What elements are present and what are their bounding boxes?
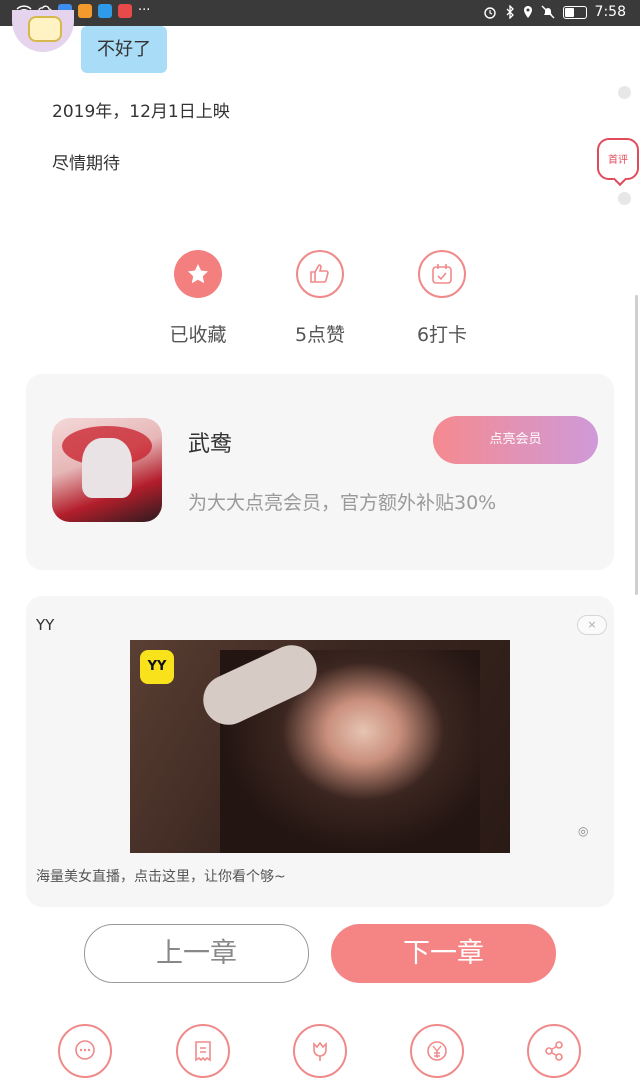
vip-button[interactable]: 点亮会员 xyxy=(433,416,598,464)
ad-close-button[interactable]: × xyxy=(577,615,607,635)
status-time: 7:58 xyxy=(594,4,626,20)
mute-icon xyxy=(541,5,555,19)
avatar[interactable] xyxy=(12,10,74,52)
app-icon xyxy=(78,4,92,18)
chat-bubble: 不好了 xyxy=(81,26,167,73)
ad-description: 海量美女直播，点击这里，让你看个够~ xyxy=(36,869,286,885)
like-label: 5点赞 xyxy=(294,324,346,346)
flower-icon[interactable] xyxy=(293,1024,347,1078)
collect-action[interactable]: 已收藏 xyxy=(148,250,248,347)
app2-icon xyxy=(118,4,132,18)
next-chapter-button[interactable]: 下一章 xyxy=(331,924,556,983)
collect-label: 已收藏 xyxy=(169,324,227,346)
ad-card[interactable]: YY × YY ◎ 海量美女直播，点击这里，让你看个够~ xyxy=(26,596,614,907)
yy-logo-icon: YY xyxy=(140,650,174,684)
content-line: 2019年，12月1日上映 xyxy=(52,102,230,122)
star-icon xyxy=(174,250,222,298)
ad-image[interactable]: YY xyxy=(130,640,510,853)
page-indicator-dot[interactable] xyxy=(618,192,631,205)
author-cover[interactable] xyxy=(52,418,162,522)
scrollbar[interactable] xyxy=(635,295,638,595)
comment-icon[interactable] xyxy=(58,1024,112,1078)
reward-list-icon[interactable] xyxy=(176,1024,230,1078)
author-card: 武鸯 点亮会员 为大大点亮会员，官方额外补贴30% xyxy=(26,374,614,570)
more-notifications: ··· xyxy=(138,3,151,18)
ad-mark-icon: ◎ xyxy=(578,824,589,838)
checkin-action[interactable]: 6打卡 xyxy=(392,250,492,347)
like-action[interactable]: 5点赞 xyxy=(270,250,370,347)
content-line: 尽情期待 xyxy=(52,154,120,174)
thumbs-up-icon xyxy=(296,250,344,298)
location-icon xyxy=(523,6,532,18)
page-indicator-dot[interactable] xyxy=(618,86,631,99)
search-icon xyxy=(98,4,112,18)
status-bar: ··· 7:58 xyxy=(0,0,640,26)
bluetooth-icon xyxy=(506,5,514,19)
first-comment-button[interactable]: 首评 xyxy=(597,138,639,180)
ad-title: YY xyxy=(36,616,55,634)
yuan-icon[interactable] xyxy=(410,1024,464,1078)
checkin-label: 6打卡 xyxy=(416,324,468,346)
share-icon[interactable] xyxy=(527,1024,581,1078)
status-right: 7:58 xyxy=(483,4,626,20)
alarm-icon xyxy=(483,7,496,19)
vip-description: 为大大点亮会员，官方额外补贴30% xyxy=(188,492,497,514)
calendar-check-icon xyxy=(418,250,466,298)
author-name[interactable]: 武鸯 xyxy=(188,426,232,458)
battery-icon xyxy=(562,5,587,19)
prev-chapter-button[interactable]: 上一章 xyxy=(84,924,309,983)
